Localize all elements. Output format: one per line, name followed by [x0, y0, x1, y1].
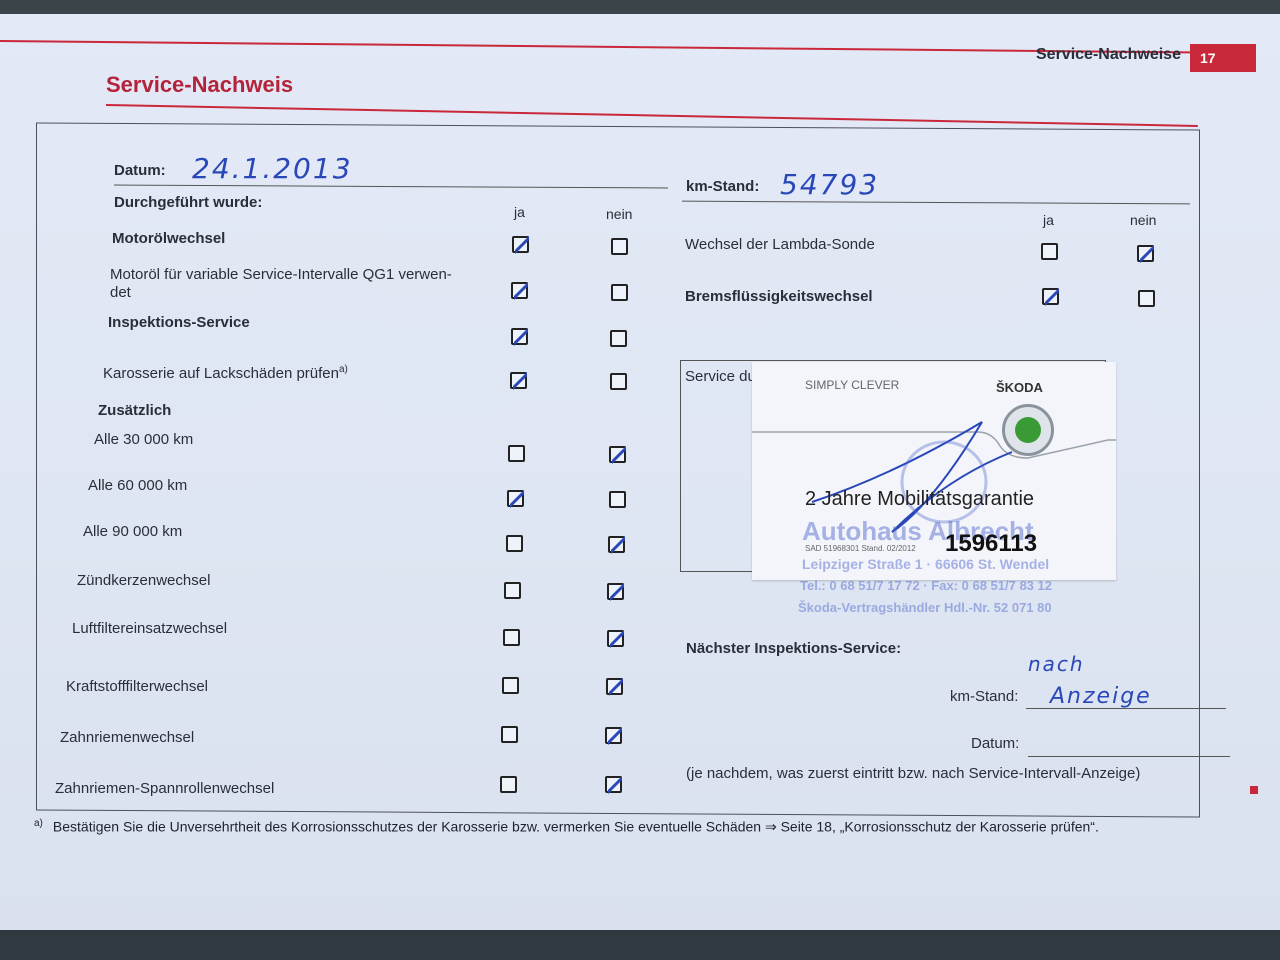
col-yes-left: ja [514, 204, 525, 220]
stamp-dealer: Škoda-Vertragshändler Hdl.-Nr. 52 071 80 [798, 600, 1052, 615]
km-value[interactable]: 54793 [780, 168, 879, 201]
next-km-value-line2[interactable]: Anzeige [1050, 684, 1152, 709]
checkbox-no[interactable] [611, 238, 628, 255]
checkbox-yes[interactable] [1042, 288, 1059, 306]
col-no-left: nein [606, 206, 633, 222]
item-label: Wechsel der Lambda-Sonde [685, 236, 875, 253]
checkbox-no[interactable] [605, 727, 622, 745]
performed-label: Durchgeführt wurde: [114, 194, 263, 211]
interval-note: (je nachdem, was zuerst eintritt bzw. na… [686, 765, 1141, 782]
item-label: Kraftstofffilterwechsel [66, 678, 209, 695]
item-label: Zündkerzenwechsel [77, 572, 211, 589]
next-km-label: km-Stand: [950, 688, 1019, 705]
item-label-cont: det [110, 284, 131, 301]
item-label: Alle 90 000 km [83, 523, 183, 540]
checkbox-yes[interactable] [510, 372, 527, 390]
item-label: Inspektions-Service [108, 314, 250, 331]
footnote: a) Bestätigen Sie die Unversehrtheit des … [34, 818, 1099, 835]
stamp-address: Leipziger Straße 1 · 66606 St. Wendel [802, 556, 1050, 572]
checkbox-yes[interactable] [511, 282, 528, 300]
checkbox-yes[interactable] [500, 776, 517, 793]
checkbox-yes[interactable] [512, 236, 529, 254]
stamp-phone: Tel.: 0 68 51/7 17 72 · Fax: 0 68 51/7 8… [800, 578, 1052, 593]
next-date-label: Datum: [971, 735, 1020, 752]
col-yes-right: ja [1043, 212, 1054, 228]
checkbox-no[interactable] [609, 491, 626, 508]
item-label: Motoröl für variable Service-Intervalle … [110, 266, 452, 283]
checkbox-no[interactable] [606, 678, 623, 696]
page-title: Service-Nachweis [106, 72, 294, 97]
checkbox-no[interactable] [1138, 290, 1155, 307]
next-date-line [1028, 756, 1230, 757]
checkbox-no[interactable] [607, 583, 624, 601]
checkbox-no[interactable] [1137, 245, 1154, 263]
item-label: Zahnriemenwechsel [60, 729, 195, 746]
date-value[interactable]: 24.1.2013 [192, 152, 353, 185]
section-header: Service-Nachweise [1036, 46, 1181, 63]
background-bottom [0, 930, 1280, 960]
header-rule [0, 40, 1190, 54]
km-label: km-Stand: [686, 178, 760, 195]
sticker-code: SAD 51968301 Stand. 02/2012 [805, 544, 916, 553]
item-label: Karosserie auf Lackschäden prüfena) [103, 364, 348, 382]
background-top [0, 0, 1280, 14]
item-label: Bremsflüssigkeitswechsel [685, 288, 873, 305]
checkbox-no[interactable] [608, 536, 625, 554]
next-service-label: Nächster Inspektions-Service: [686, 640, 902, 657]
checkbox-yes[interactable] [508, 445, 525, 462]
page-number: 17 [1190, 44, 1256, 72]
checkbox-yes[interactable] [504, 582, 521, 599]
service-record-page: Service-Nachweise 17 Service-Nachweis Da… [0, 0, 1280, 960]
checkbox-yes[interactable] [501, 726, 518, 743]
date-label: Datum: [114, 162, 166, 179]
checkbox-yes[interactable] [507, 490, 524, 508]
item-label: Zahnriemen-Spannrollenwechsel [55, 780, 275, 797]
checkbox-yes[interactable] [503, 629, 520, 646]
skoda-logo-icon [1002, 404, 1054, 456]
checkbox-no[interactable] [605, 776, 622, 794]
checkbox-yes[interactable] [511, 328, 528, 346]
next-km-value-line1[interactable]: nach [1028, 652, 1085, 676]
checkbox-no[interactable] [610, 330, 627, 347]
service-label: Service du [685, 368, 756, 385]
checkbox-no[interactable] [609, 446, 626, 464]
sticker-guarantee: 2 Jahre Mobilitätsgarantie [805, 488, 1035, 510]
checkbox-no[interactable] [610, 373, 627, 390]
sticker-slogan: SIMPLY CLEVER [805, 378, 900, 392]
item-label: Motorölwechsel [112, 230, 226, 247]
col-no-right: nein [1130, 212, 1157, 228]
item-label: Alle 30 000 km [94, 431, 194, 448]
checkbox-no[interactable] [611, 284, 628, 301]
checkbox-no[interactable] [607, 630, 624, 648]
sticker-number: 1596113 [945, 530, 1038, 557]
checkbox-yes[interactable] [506, 535, 523, 552]
sticker-brand: ŠKODA [996, 380, 1043, 395]
end-marker [1250, 786, 1258, 794]
item-label: Alle 60 000 km [88, 477, 188, 494]
checkbox-yes[interactable] [1041, 243, 1058, 260]
item-label: Luftfiltereinsatzwechsel [72, 620, 228, 637]
checkbox-yes[interactable] [502, 677, 519, 694]
section-label: Zusätzlich [98, 402, 172, 419]
next-km-line [1026, 708, 1226, 709]
